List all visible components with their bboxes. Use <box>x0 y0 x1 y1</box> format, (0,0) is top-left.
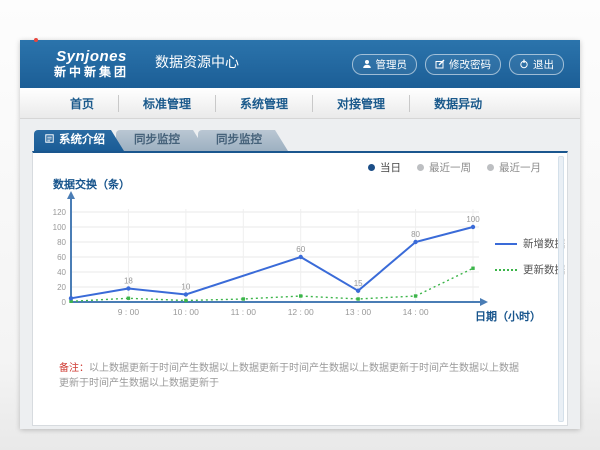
svg-text:20: 20 <box>57 283 66 292</box>
svg-text:13 : 00: 13 : 00 <box>345 307 371 317</box>
filter-label: 最近一月 <box>499 160 541 175</box>
change-password-button-label: 修改密码 <box>449 57 491 72</box>
edit-pencil-icon <box>435 59 445 69</box>
svg-text:10 : 00: 10 : 00 <box>173 307 199 317</box>
user-icon <box>362 59 372 69</box>
logo-text: Synjones <box>56 48 127 65</box>
nav-item-standard-mgmt[interactable]: 标准管理 <box>118 95 215 112</box>
footnote-prefix: 备注： <box>59 363 89 374</box>
footnote: 备注：以上数据更新于时间产生数据以上数据更新于时间产生数据以上数据更新于时间产生… <box>59 359 521 389</box>
radio-dot-icon <box>417 164 424 171</box>
nav-item-interface-mgmt[interactable]: 对接管理 <box>312 95 409 112</box>
logo-accent-dot <box>34 38 38 42</box>
legend-item-updated-data[interactable]: 更新数据 <box>495 262 565 277</box>
radio-dot-icon <box>368 164 375 171</box>
tab-label: 同步监控 <box>134 130 180 151</box>
panel-scrollbar[interactable] <box>558 156 564 422</box>
svg-text:120: 120 <box>53 208 67 217</box>
time-range-filters: 当日 最近一周 最近一月 <box>368 160 541 175</box>
change-password-button[interactable]: 修改密码 <box>425 54 501 75</box>
filter-last-month[interactable]: 最近一月 <box>487 160 541 175</box>
logout-button[interactable]: 退出 <box>509 54 564 75</box>
legend-item-new-data[interactable]: 新增数据 <box>495 236 565 251</box>
svg-text:0: 0 <box>62 298 67 307</box>
svg-text:15: 15 <box>354 279 363 288</box>
chart-x-axis-title: 日期（小时） <box>475 308 541 324</box>
green-dotted-line-sample-icon <box>495 269 517 271</box>
tab-sync-monitor-2[interactable]: 同步监控 <box>198 130 288 151</box>
app-header: Synjones 新中新集团 数据资源中心 管理员 修改密码 <box>20 40 580 88</box>
company-logo: Synjones 新中新集团 <box>54 48 129 80</box>
svg-text:9 : 00: 9 : 00 <box>118 307 140 317</box>
filter-label: 当日 <box>380 160 401 175</box>
svg-text:40: 40 <box>57 268 66 277</box>
content-panel: 当日 最近一周 最近一月 数据交换（条） 0204060801001209 : … <box>32 151 568 426</box>
svg-text:10: 10 <box>181 283 190 292</box>
blue-line-sample-icon <box>495 243 517 245</box>
document-tab-icon <box>45 130 54 151</box>
admin-button[interactable]: 管理员 <box>352 54 418 75</box>
admin-button-label: 管理员 <box>376 57 408 72</box>
main-nav: 首页 标准管理 系统管理 对接管理 数据异动 <box>20 88 580 119</box>
tab-sync-monitor-1[interactable]: 同步监控 <box>116 130 206 151</box>
tab-strip: 系统介绍 同步监控 同步监控 <box>34 130 580 151</box>
filter-label: 最近一周 <box>429 160 471 175</box>
svg-text:14 : 00: 14 : 00 <box>403 307 429 317</box>
logout-button-label: 退出 <box>533 57 554 72</box>
svg-text:60: 60 <box>296 245 305 254</box>
svg-text:100: 100 <box>466 215 480 224</box>
tab-label: 系统介绍 <box>59 130 105 151</box>
page-background: Synjones 新中新集团 数据资源中心 管理员 修改密码 <box>0 0 600 450</box>
svg-text:100: 100 <box>53 223 67 232</box>
nav-item-system-mgmt[interactable]: 系统管理 <box>215 95 312 112</box>
chart-legend: 新增数据 更新数据 <box>495 236 565 288</box>
header-actions: 管理员 修改密码 退出 <box>352 54 565 75</box>
tab-system-intro[interactable]: 系统介绍 <box>34 130 124 151</box>
radio-dot-icon <box>487 164 494 171</box>
nav-item-home[interactable]: 首页 <box>46 95 118 112</box>
svg-text:60: 60 <box>57 253 66 262</box>
svg-text:80: 80 <box>411 230 420 239</box>
line-chart: 0 20 40 60 80 100 120 9 : 00 10 : 00 11 : 00 12 : … <box>43 189 513 349</box>
tab-label: 同步监控 <box>216 130 262 151</box>
filter-last-week[interactable]: 最近一周 <box>417 160 471 175</box>
footnote-text: 以上数据更新于时间产生数据以上数据更新于时间产生数据以上数据更新于时间产生数据以… <box>59 363 519 389</box>
nav-item-data-changes[interactable]: 数据异动 <box>409 95 506 112</box>
logo-company-name: 新中新集团 <box>54 66 129 80</box>
svg-text:12 : 00: 12 : 00 <box>288 307 314 317</box>
filter-today[interactable]: 当日 <box>368 160 401 175</box>
page-title: 数据资源中心 <box>155 52 239 72</box>
svg-text:18: 18 <box>124 277 133 286</box>
svg-text:80: 80 <box>57 238 66 247</box>
app-window: Synjones 新中新集团 数据资源中心 管理员 修改密码 <box>20 40 580 429</box>
power-logout-icon <box>519 59 529 69</box>
svg-text:11 : 00: 11 : 00 <box>231 307 257 317</box>
